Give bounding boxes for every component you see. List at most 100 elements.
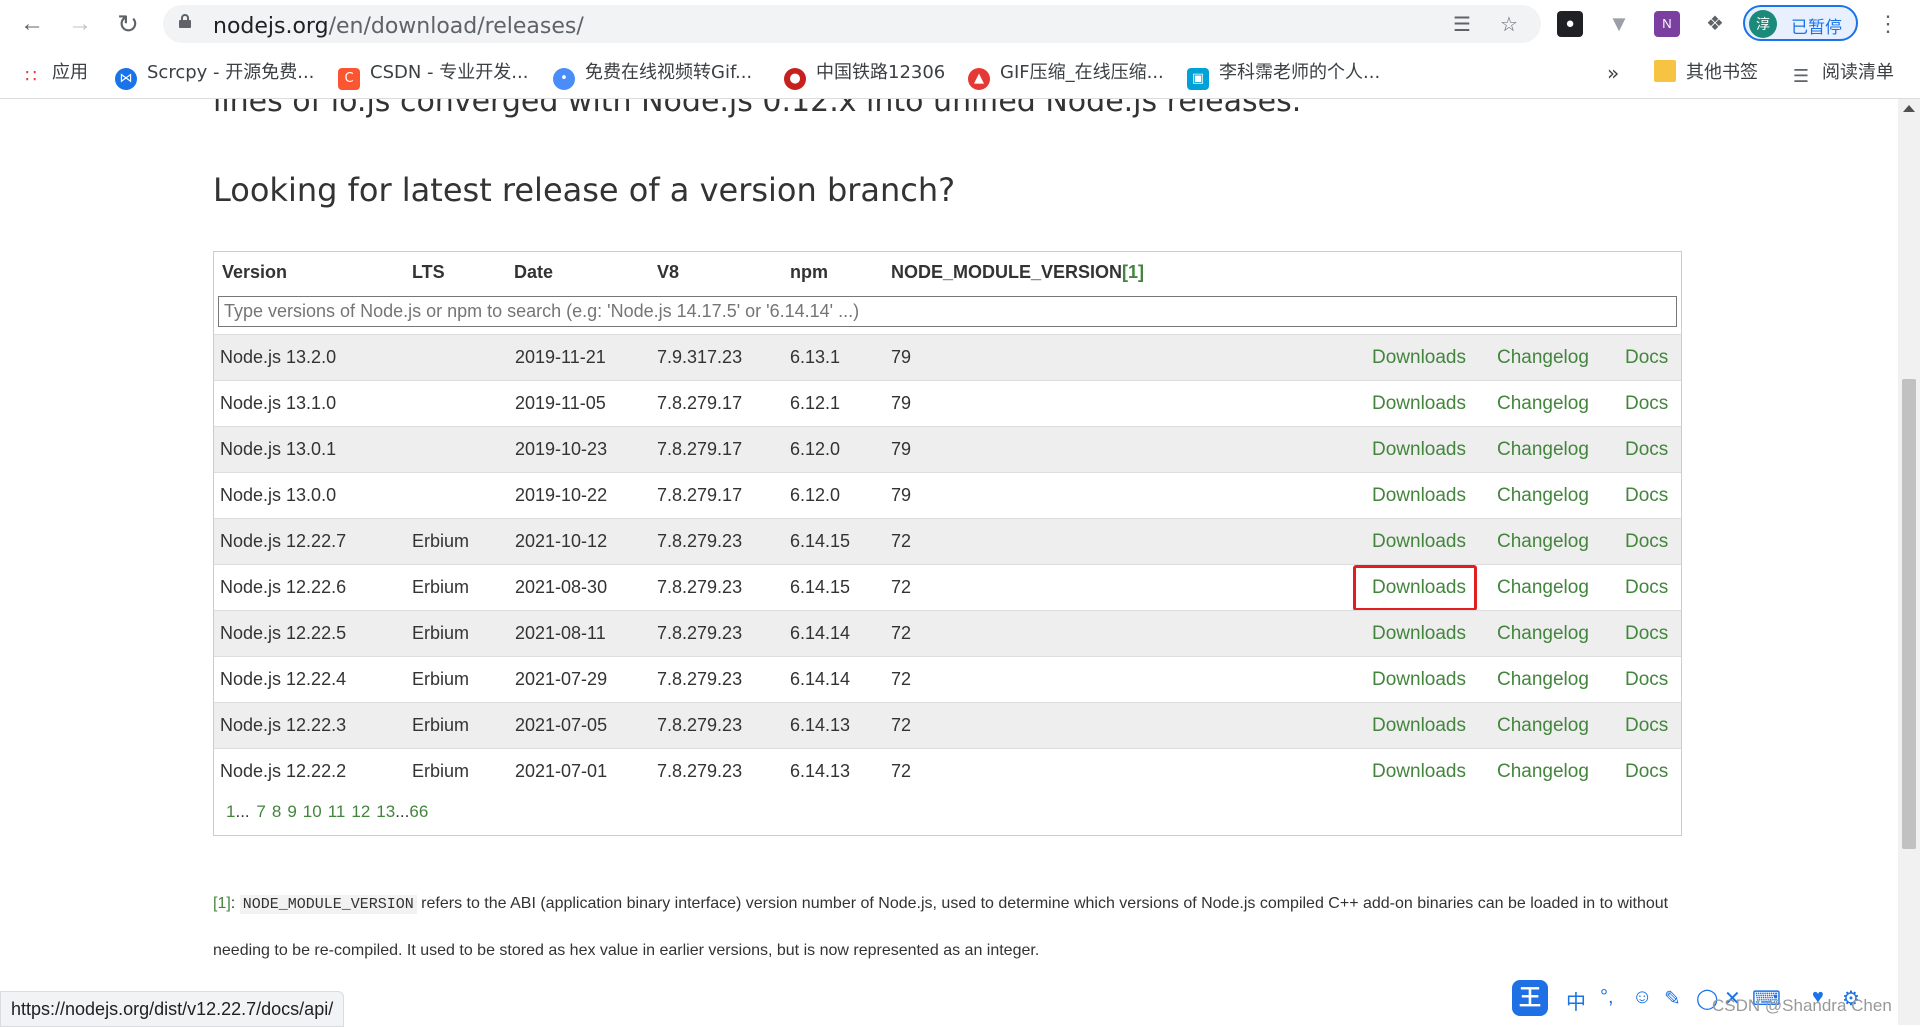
- changelog-link[interactable]: Changelog: [1497, 439, 1589, 461]
- url-text[interactable]: nodejs.org/en/download/releases/: [213, 14, 584, 39]
- cell-v8: 7.8.279.17: [657, 485, 743, 505]
- reading-list[interactable]: ☰ 阅读清单: [1790, 60, 1894, 87]
- docs-link[interactable]: Docs: [1625, 439, 1668, 461]
- emoji-icon[interactable]: ☺: [1632, 986, 1652, 1009]
- cell-date: 2021-08-11: [515, 623, 606, 643]
- bookmark-other[interactable]: 其他书签: [1654, 60, 1758, 86]
- onenote-icon[interactable]: N: [1654, 11, 1680, 37]
- changelog-link[interactable]: Changelog: [1497, 577, 1589, 599]
- changelog-link[interactable]: Changelog: [1497, 715, 1589, 737]
- pagination-ellipsis: ...: [235, 802, 250, 821]
- browser-toolbar: ← → ↻ nodejs.org/en/download/releases/ ☰…: [0, 0, 1920, 48]
- cell-module: 72: [891, 531, 912, 551]
- bookmark-item[interactable]: C CSDN - 专业开发...: [338, 60, 528, 90]
- changelog-link[interactable]: Changelog: [1497, 531, 1589, 553]
- page-scrollbar[interactable]: [1898, 99, 1920, 1025]
- address-bar[interactable]: nodejs.org/en/download/releases/ ☰ ☆: [163, 5, 1541, 43]
- bookmark-item[interactable]: ● 中国铁路12306: [784, 60, 945, 90]
- footnote-text: refers to the ABI (application binary in…: [213, 895, 1669, 959]
- column-header-lts: LTS: [412, 262, 445, 282]
- page-link[interactable]: 66: [409, 802, 428, 821]
- cell-lts: Erbium: [412, 669, 470, 689]
- extension-icon[interactable]: ●: [1557, 11, 1583, 37]
- docs-link[interactable]: Docs: [1625, 715, 1668, 737]
- downloads-link[interactable]: Downloads: [1372, 761, 1466, 783]
- cell-module: 79: [891, 393, 912, 413]
- profile-status: 已暂停: [1791, 18, 1842, 38]
- menu-dots-icon[interactable]: ⋮: [1872, 8, 1904, 40]
- translate-icon[interactable]: ☰: [1450, 13, 1474, 37]
- railway-icon: ●: [784, 68, 806, 90]
- cell-v8: 7.9.317.23: [657, 347, 743, 367]
- back-arrow-icon[interactable]: ←: [16, 8, 48, 40]
- cell-npm: 6.14.14: [790, 623, 851, 643]
- scrollbar-thumb[interactable]: [1902, 379, 1916, 849]
- changelog-link[interactable]: Changelog: [1497, 393, 1589, 415]
- bookmark-item[interactable]: • 免费在线视频转Gif...: [553, 60, 752, 90]
- cell-v8: 7.8.279.17: [657, 393, 743, 413]
- docs-link[interactable]: Docs: [1625, 577, 1668, 599]
- cell-date: 2021-07-01: [515, 761, 608, 781]
- cell-module: 79: [891, 347, 912, 367]
- downloads-link[interactable]: Downloads: [1372, 347, 1466, 369]
- table-row: Node.js 12.22.6 Erbium 2021-08-30 7.8.279.2…: [214, 564, 1681, 611]
- bookmarks-overflow-chevron-icon[interactable]: »: [1607, 60, 1619, 86]
- downloads-link[interactable]: Downloads: [1372, 439, 1466, 461]
- profile-button[interactable]: 淳 已暂停: [1743, 5, 1858, 41]
- downloads-link[interactable]: Downloads: [1372, 485, 1466, 507]
- docs-link[interactable]: Docs: [1625, 531, 1668, 553]
- cell-date: 2021-08-30: [515, 577, 608, 597]
- footnote-ref-link[interactable]: [1]: [1122, 262, 1144, 282]
- downloads-link[interactable]: Downloads: [1372, 393, 1466, 415]
- changelog-link[interactable]: Changelog: [1497, 347, 1589, 369]
- changelog-link[interactable]: Changelog: [1497, 485, 1589, 507]
- cell-version: Node.js 13.0.1: [220, 439, 337, 459]
- docs-link[interactable]: Docs: [1625, 761, 1668, 783]
- cell-version: Node.js 13.2.0: [220, 347, 337, 367]
- punctuation-icon[interactable]: °,: [1600, 986, 1614, 1009]
- footnote-ref[interactable]: [1]: [213, 895, 231, 912]
- docs-link[interactable]: Docs: [1625, 623, 1668, 645]
- table-row: Node.js 13.0.1 2019-10-23 7.8.279.17 6.12.0…: [214, 426, 1681, 473]
- bookmark-apps[interactable]: ∷ 应用: [20, 60, 88, 87]
- bookmark-star-icon[interactable]: ☆: [1497, 13, 1521, 37]
- cell-date: 2021-10-12: [515, 531, 608, 551]
- puzzle-extensions-icon[interactable]: ❖: [1702, 11, 1728, 37]
- changelog-link[interactable]: Changelog: [1497, 761, 1589, 783]
- cell-lts: Erbium: [412, 715, 470, 735]
- changelog-link[interactable]: Changelog: [1497, 669, 1589, 691]
- bookmark-item[interactable]: ▣ 李科霈老师的个人...: [1187, 60, 1380, 90]
- downloads-link[interactable]: Downloads: [1372, 623, 1466, 645]
- scroll-up-arrow-icon[interactable]: [1903, 105, 1915, 112]
- docs-link[interactable]: Docs: [1625, 485, 1668, 507]
- cell-npm: 6.13.1: [790, 347, 841, 367]
- csdn-icon: C: [338, 68, 360, 90]
- forward-arrow-icon[interactable]: →: [64, 8, 96, 40]
- page-link[interactable]: 10: [303, 802, 322, 821]
- page-link[interactable]: 12: [351, 802, 370, 821]
- column-header-module-version: NODE_MODULE_VERSION[1]: [891, 262, 1145, 282]
- ime-mode-toggle[interactable]: 中: [1566, 986, 1586, 1015]
- bookmark-item[interactable]: ▲ GIF压缩_在线压缩...: [968, 60, 1164, 90]
- cell-v8: 7.8.279.17: [657, 439, 743, 459]
- docs-link[interactable]: Docs: [1625, 347, 1668, 369]
- downloads-link[interactable]: Downloads: [1372, 531, 1466, 553]
- table-row: Node.js 13.1.0 2019-11-05 7.8.279.17 6.12.1…: [214, 380, 1681, 427]
- handwriting-icon[interactable]: ✎: [1664, 986, 1681, 1011]
- downloads-link[interactable]: Downloads: [1372, 669, 1466, 691]
- page-link[interactable]: 11: [328, 802, 346, 821]
- page-link[interactable]: 13: [376, 802, 395, 821]
- version-search-input[interactable]: [218, 296, 1677, 327]
- page-link[interactable]: 8: [272, 802, 281, 821]
- reload-icon[interactable]: ↻: [112, 8, 144, 40]
- downloads-link[interactable]: Downloads: [1372, 715, 1466, 737]
- docs-link[interactable]: Docs: [1625, 669, 1668, 691]
- docs-link[interactable]: Docs: [1625, 393, 1668, 415]
- page-link[interactable]: 7: [256, 802, 265, 821]
- vue-devtools-icon[interactable]: ▼: [1606, 11, 1632, 37]
- ime-logo-icon[interactable]: 王: [1512, 980, 1548, 1016]
- bookmark-item[interactable]: ⋈ Scrcpy - 开源免费...: [115, 60, 314, 90]
- cell-module: 72: [891, 761, 912, 781]
- changelog-link[interactable]: Changelog: [1497, 623, 1589, 645]
- page-link[interactable]: 9: [287, 802, 296, 821]
